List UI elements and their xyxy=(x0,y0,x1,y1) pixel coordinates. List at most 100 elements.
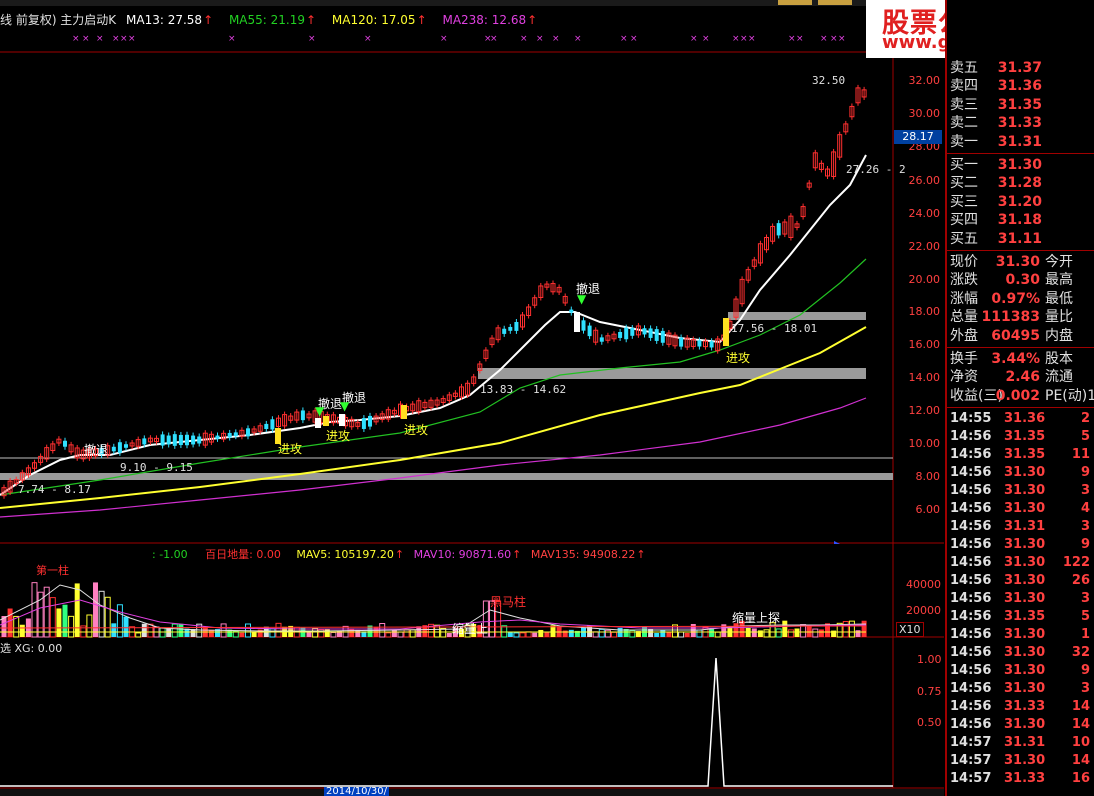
volume-bar xyxy=(812,628,819,638)
quote-label: 买四 xyxy=(950,212,978,229)
tick-time: 14:56 xyxy=(950,699,992,714)
tick-volume: 26 xyxy=(1071,573,1090,588)
quote-row[interactable]: 卖四 31.36 xyxy=(947,77,1094,95)
tick-row[interactable]: 14:56 31.30 3 xyxy=(947,482,1094,500)
tick-time: 14:56 xyxy=(950,645,992,660)
quote-row[interactable]: 外盘 60495 内盘 xyxy=(947,327,1094,345)
tick-row[interactable]: 14:57 31.31 10 xyxy=(947,734,1094,752)
quote-row[interactable]: 卖五 31.37 xyxy=(947,59,1094,77)
quote-row[interactable]: 买一 31.30 xyxy=(947,156,1094,174)
tick-row[interactable]: 14:56 31.30 9 xyxy=(947,464,1094,482)
quote-label: 股本 xyxy=(1045,351,1073,367)
volume-bar xyxy=(98,590,105,638)
quote-value: 31.37 xyxy=(997,60,1042,76)
zone-label: 9.10 - 9.15 xyxy=(120,461,193,474)
tick-price: 31.33 xyxy=(1004,699,1046,714)
tick-row[interactable]: 14:56 31.35 11 xyxy=(947,446,1094,464)
volume-bar xyxy=(147,623,154,638)
date-strip xyxy=(0,789,944,796)
tick-time: 14:56 xyxy=(950,465,992,480)
tick-volume: 5 xyxy=(1080,429,1090,444)
kline-chart-area[interactable]: 线 前复权) 主力启动K MA13: 27.58↑ MA55: 21.19↑ M… xyxy=(0,0,944,796)
retreat-candle xyxy=(574,312,580,332)
quote-label: 卖三 xyxy=(950,96,978,113)
quote-value: 31.11 xyxy=(997,230,1042,247)
tick-price: 31.30 xyxy=(1004,627,1046,642)
tick-volume: 16 xyxy=(1071,771,1090,786)
low-volume-value: 百日地量: 0.00 xyxy=(205,548,281,561)
signal-marker: × xyxy=(620,34,628,44)
quote-value: 111383 xyxy=(981,309,1040,326)
quote-row[interactable]: 买二 31.28 xyxy=(947,174,1094,192)
quote-row[interactable]: 卖三 31.35 xyxy=(947,96,1094,114)
tick-row[interactable]: 14:56 31.30 26 xyxy=(947,572,1094,590)
signal-marker: × xyxy=(120,34,128,44)
tick-row[interactable]: 14:56 31.33 14 xyxy=(947,698,1094,716)
tick-row[interactable]: 14:56 31.30 122 xyxy=(947,554,1094,572)
tick-row[interactable]: 14:56 31.30 3 xyxy=(947,680,1094,698)
tick-volume: 9 xyxy=(1080,663,1090,678)
tick-time: 14:56 xyxy=(950,519,992,534)
tick-row[interactable]: 14:56 31.30 14 xyxy=(947,716,1094,734)
tick-volume: 1 xyxy=(1080,627,1090,642)
quote-label: 净资 xyxy=(950,369,978,386)
kline-svg[interactable]: × × × × × × × × × × ×× × × × × × × × × × × × × × × × × xyxy=(0,0,944,796)
tick-row[interactable]: 14:56 31.31 3 xyxy=(947,518,1094,536)
volume-bar xyxy=(709,628,715,637)
tick-time: 14:56 xyxy=(950,717,992,732)
quote-label: 买三 xyxy=(950,193,978,210)
quote-label: 卖二 xyxy=(950,115,978,132)
tick-row[interactable]: 14:56 31.30 32 xyxy=(947,644,1094,662)
quote-row[interactable]: 总量 111383 量比 xyxy=(947,308,1094,326)
quote-row[interactable]: 净资 2.46 流通 xyxy=(947,368,1094,386)
quote-row[interactable]: 卖一 31.31 xyxy=(947,133,1094,151)
volume-bar xyxy=(251,631,257,637)
axis-tick: 20.00 xyxy=(908,273,941,286)
signal-marker: × xyxy=(440,34,448,44)
tick-row[interactable]: 14:56 31.35 5 xyxy=(947,608,1094,626)
quote-row[interactable]: 涨幅 0.97% 最低 xyxy=(947,290,1094,308)
current-price-flag: 28.17 xyxy=(894,130,942,144)
volume-bar xyxy=(763,629,770,638)
quote-label: 最高 xyxy=(1045,272,1073,289)
tick-row[interactable]: 14:56 31.30 4 xyxy=(947,500,1094,518)
tick-row[interactable]: 14:56 31.30 3 xyxy=(947,590,1094,608)
quote-row[interactable]: 卖二 31.33 xyxy=(947,114,1094,132)
tick-row[interactable]: 14:56 31.35 5 xyxy=(947,428,1094,446)
volume-bar xyxy=(592,631,599,638)
quote-row[interactable]: 换手 3.44% 股本 xyxy=(947,350,1094,368)
quote-row[interactable]: 涨跌 0.30 最高 xyxy=(947,271,1094,289)
volume-value: : -1.00 xyxy=(152,548,188,561)
quote-row[interactable]: 买五 31.11 xyxy=(947,230,1094,248)
up-arrow-icon: ↑ xyxy=(394,548,405,561)
quote-row[interactable]: 买三 31.20 xyxy=(947,193,1094,211)
tick-row[interactable]: 14:55 31.36 2 xyxy=(947,410,1094,428)
volume-bar xyxy=(562,630,568,637)
volume-bar xyxy=(123,616,129,637)
tick-time: 14:56 xyxy=(950,573,992,588)
volume-bar xyxy=(349,628,355,637)
quote-label: 涨幅 xyxy=(950,290,978,307)
signal-marker: × xyxy=(520,34,528,44)
tick-row[interactable]: 14:56 31.30 1 xyxy=(947,626,1094,644)
tick-price: 31.30 xyxy=(1004,753,1046,768)
zone-label: 13.83 - 14.62 xyxy=(480,383,567,396)
tick-row[interactable]: 14:56 31.30 9 xyxy=(947,662,1094,680)
signal-marker: × xyxy=(740,34,748,44)
price-axis: 32.00 30.00 28.00 26.00 24.00 22.00 20.0… xyxy=(894,52,944,542)
tick-time: 14:57 xyxy=(950,753,992,768)
signal-marker: × xyxy=(796,34,804,44)
tick-row[interactable]: 14:57 31.33 16 xyxy=(947,770,1094,788)
quote-label: 内盘 xyxy=(1045,327,1073,344)
signal-marker: × xyxy=(228,34,236,44)
quote-row[interactable]: 收益(三) 0.002 PE(动)1 xyxy=(947,387,1094,405)
indicator-axis-tick: 0.75 xyxy=(917,685,942,698)
quote-row[interactable]: 买四 31.18 xyxy=(947,211,1094,229)
tick-row[interactable]: 14:57 31.30 14 xyxy=(947,752,1094,770)
volume-bar xyxy=(525,631,532,638)
tick-row[interactable]: 14:56 31.30 9 xyxy=(947,536,1094,554)
quote-value: 0.002 xyxy=(995,387,1040,404)
volume-bar xyxy=(513,632,520,638)
quote-row[interactable]: 现价 31.30 今开 xyxy=(947,253,1094,271)
tick-time: 14:57 xyxy=(950,735,992,750)
